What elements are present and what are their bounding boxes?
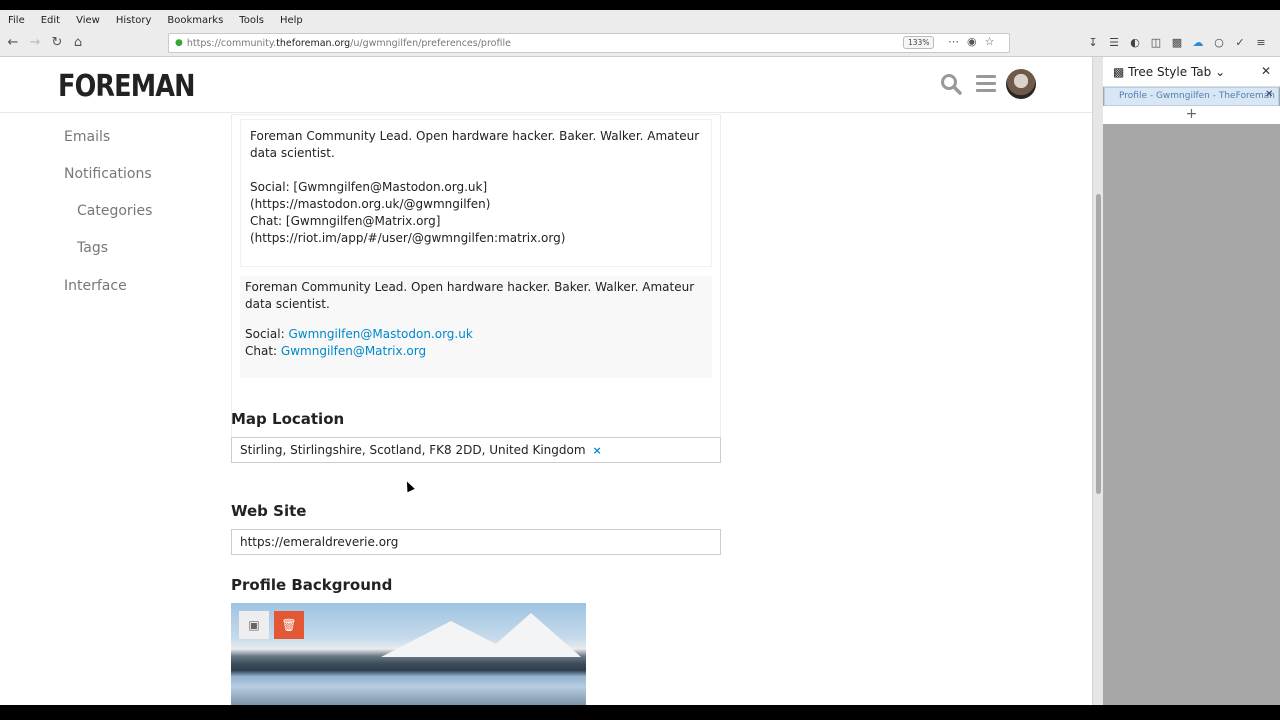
bio-preview-line: Foreman Community Lead. Open hardware ha…	[245, 280, 695, 311]
scrollbar-thumb[interactable]	[1096, 194, 1101, 494]
close-icon[interactable]: ✕	[1261, 64, 1271, 78]
back-arrow-icon[interactable]: ←	[5, 35, 21, 51]
search-icon[interactable]	[940, 73, 962, 95]
web-page: FOREMAN Emails Notifications Categories …	[0, 57, 1092, 705]
tree-style-tab-header: ▩ Tree Style Tab ⌄ ✕	[1103, 57, 1280, 87]
pocket-icon[interactable]: ◉	[967, 35, 977, 48]
map-location-input[interactable]: Stirling, Stirlingshire, Scotland, FK8 2…	[231, 437, 721, 463]
menu-tools[interactable]: Tools	[239, 15, 264, 26]
menu-history[interactable]: History	[116, 15, 152, 26]
tab-profile[interactable]: Profile - Gwmngilfen - TheForeman	[1104, 87, 1279, 106]
bookmark-star-icon[interactable]: ☆	[985, 35, 995, 48]
tree-style-tab-sidebar: ▩ Tree Style Tab ⌄ ✕ Profile - Gwmngilfe…	[1103, 57, 1280, 705]
tree-icon: ▩	[1113, 65, 1129, 79]
url-bar[interactable]: ● https://community.theforeman.org/u/gwm…	[168, 33, 1010, 53]
map-location-title: Map Location	[231, 410, 345, 428]
avatar[interactable]	[1006, 69, 1036, 99]
screen-bottom-edge	[0, 705, 1280, 720]
site-header: FOREMAN	[0, 57, 1092, 113]
extension-icon[interactable]: ◐	[1128, 36, 1142, 49]
sidebar-item-categories[interactable]: Categories	[77, 203, 152, 219]
extension-icon-2[interactable]: ○	[1212, 36, 1226, 49]
bio-raw-social: Social: [Gwmngilfen@Mastodon.org.uk](htt…	[250, 180, 491, 211]
bio-preview-social: Social: Gwmngilfen@Mastodon.org.uk	[245, 327, 473, 341]
website-input[interactable]: https://emeraldreverie.org	[231, 529, 721, 555]
hamburger-icon[interactable]	[976, 75, 996, 93]
profile-background-image: ▣ 🗑	[231, 603, 586, 705]
trash-icon[interactable]: 🗑	[274, 611, 304, 639]
zoom-level-badge[interactable]: 133%	[903, 36, 935, 49]
mastodon-link[interactable]: Gwmngilfen@Mastodon.org.uk	[288, 327, 472, 341]
screen-top-edge	[0, 0, 1280, 10]
new-tab-button[interactable]: +	[1103, 106, 1280, 124]
bio-raw-chat: Chat: [Gwmngilfen@Matrix.org](https://ri…	[250, 214, 566, 245]
sidebar-item-notifications[interactable]: Notifications	[64, 166, 152, 182]
website-title: Web Site	[231, 502, 307, 520]
library-icon[interactable]: ☰	[1107, 36, 1121, 49]
menu-bookmarks[interactable]: Bookmarks	[167, 15, 223, 26]
bio-raw-line: Foreman Community Lead. Open hardware ha…	[250, 129, 700, 160]
clear-location-icon[interactable]: ×	[593, 444, 602, 457]
tree-style-tab-title[interactable]: ▩ Tree Style Tab ⌄	[1113, 65, 1225, 79]
matrix-link[interactable]: Gwmngilfen@Matrix.org	[281, 344, 426, 358]
cloud-icon[interactable]: ☁	[1191, 36, 1205, 49]
home-icon[interactable]: ⌂	[70, 35, 86, 51]
sidebar-item-emails[interactable]: Emails	[64, 129, 110, 145]
forward-arrow-icon[interactable]: →	[27, 35, 43, 51]
reload-icon[interactable]: ↻	[49, 35, 65, 51]
about-me-preview: Foreman Community Lead. Open hardware ha…	[240, 276, 712, 378]
bio-preview-chat: Chat: Gwmngilfen@Matrix.org	[245, 344, 427, 358]
sidebar-item-tags[interactable]: Tags	[77, 240, 108, 256]
browser-menubar: File Edit View History Bookmarks Tools H…	[0, 10, 1280, 30]
menu-file[interactable]: File	[8, 15, 25, 26]
url-text: https://community.theforeman.org/u/gwmng…	[186, 37, 511, 49]
sidebar-item-interface[interactable]: Interface	[64, 278, 127, 294]
website-value: https://emeraldreverie.org	[240, 535, 399, 549]
menu-edit[interactable]: Edit	[41, 15, 60, 26]
hamburger-menu-icon[interactable]: ≡	[1254, 36, 1268, 49]
screenshot-icon[interactable]: ▩	[1170, 36, 1184, 49]
upload-image-icon[interactable]: ▣	[239, 611, 269, 639]
menu-help[interactable]: Help	[280, 15, 303, 26]
extension-icon-3[interactable]: ✓	[1233, 36, 1247, 49]
page-actions-icon[interactable]: ⋯	[948, 35, 959, 48]
mountain-shape	[481, 613, 581, 657]
tab-close-icon[interactable]: ✕	[1265, 89, 1273, 100]
menu-view[interactable]: View	[76, 15, 100, 26]
download-icon[interactable]: ↧	[1086, 36, 1100, 49]
foreman-logo[interactable]: FOREMAN	[58, 69, 196, 104]
sidebar-toggle-icon[interactable]: ◫	[1149, 36, 1163, 49]
mouse-cursor	[403, 479, 415, 493]
map-location-value: Stirling, Stirlingshire, Scotland, FK8 2…	[240, 443, 586, 457]
page-scrollbar[interactable]	[1092, 57, 1103, 705]
profile-background-title: Profile Background	[231, 576, 393, 594]
about-me-textarea[interactable]: Foreman Community Lead. Open hardware ha…	[240, 119, 712, 267]
lock-icon: ●	[175, 38, 183, 48]
browser-navbar: ← → ↻ ⌂ ● https://community.theforeman.o…	[0, 30, 1280, 57]
